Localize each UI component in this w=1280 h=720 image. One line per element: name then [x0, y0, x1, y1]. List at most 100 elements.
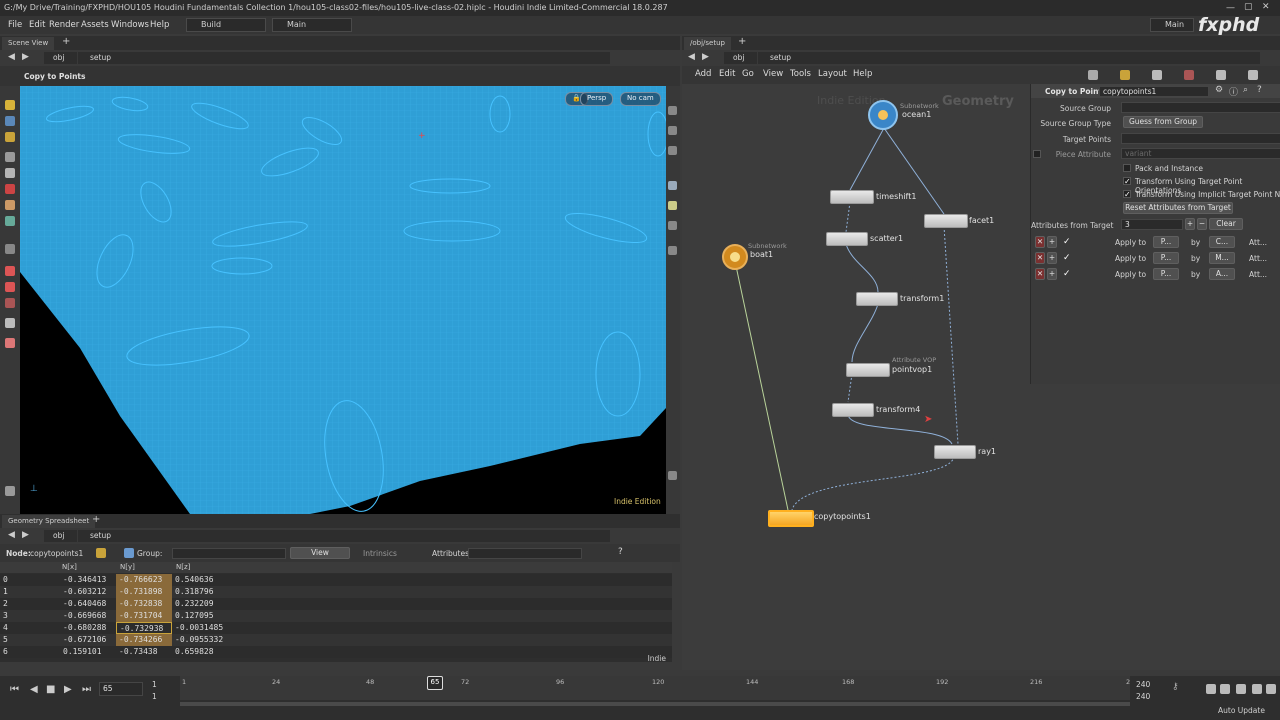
box-select-icon[interactable]	[5, 168, 15, 178]
reset-attributes-button[interactable]: Reset Attributes from Target	[1123, 202, 1233, 214]
table-cell[interactable]: 0.540636	[172, 574, 230, 586]
play-reverse-icon[interactable]: ◀	[30, 684, 38, 695]
tab-scene-view[interactable]: Scene View	[2, 37, 55, 50]
point-attrib-icon[interactable]	[96, 548, 106, 558]
display-icon[interactable]	[5, 318, 15, 328]
menu-edit[interactable]: Edit	[29, 16, 45, 34]
table-cell[interactable]: -0.680288	[60, 622, 116, 634]
target-points-field[interactable]	[1121, 133, 1280, 144]
network-menu-tools[interactable]: Tools	[790, 66, 811, 83]
pointvop-node[interactable]	[846, 363, 890, 377]
table-cell[interactable]: -0.672106	[60, 634, 116, 646]
table-cell[interactable]: 0.232209	[172, 598, 230, 610]
menu-file[interactable]: File	[8, 16, 22, 34]
edge-mode-icon[interactable]	[5, 216, 15, 226]
menu-assets[interactable]: Assets	[81, 16, 109, 34]
snap-icon[interactable]	[5, 244, 15, 254]
view-dropdown[interactable]: View	[290, 547, 350, 559]
desktop-select[interactable]: Build	[186, 18, 266, 32]
add-multiparm-button[interactable]: +	[1185, 218, 1195, 230]
table-cell[interactable]: -0.0031485	[172, 622, 230, 634]
light-icon[interactable]	[668, 201, 677, 210]
range-end[interactable]: 240	[1136, 680, 1150, 689]
column-header-nz[interactable]: N[z]	[176, 562, 190, 572]
column-header-ny[interactable]: N[y]	[120, 562, 135, 572]
display-option-icon[interactable]	[668, 106, 677, 115]
apply-to-menu[interactable]: P...	[1153, 268, 1179, 280]
normals-checkbox[interactable]: ✓	[1123, 190, 1131, 199]
table-cell[interactable]: -0.734266	[116, 634, 172, 646]
table-row[interactable]: 0 -0.346413 -0.766623 0.540636	[0, 574, 672, 586]
minimize-icon[interactable]: —	[1226, 3, 1235, 13]
audio-icon[interactable]	[1252, 684, 1262, 694]
transform1-node[interactable]	[856, 292, 898, 306]
remove-multiparm-button[interactable]: −	[1197, 218, 1207, 230]
table-cell[interactable]: -0.669668	[60, 610, 116, 622]
network-list-icon[interactable]	[1248, 70, 1258, 80]
orient-checkbox[interactable]: ✓	[1123, 177, 1131, 186]
network-menu-layout[interactable]: Layout	[818, 66, 847, 83]
table-row[interactable]: 6 0.159101 -0.73438 0.659828	[0, 646, 672, 658]
global-anim-icon[interactable]	[1266, 684, 1276, 694]
row-index-cell[interactable]: 0	[0, 574, 60, 586]
add-tab-icon[interactable]: +	[738, 36, 746, 47]
gear-icon[interactable]: ⚙	[1215, 85, 1223, 95]
right-desktop-select[interactable]: Main	[1150, 18, 1194, 32]
insert-row-button[interactable]: +	[1047, 268, 1057, 280]
close-icon[interactable]: ✕	[1262, 2, 1270, 12]
clear-button[interactable]: Clear	[1209, 218, 1243, 230]
persp-button[interactable]: Persp	[580, 92, 614, 106]
maximize-icon[interactable]: ▢	[1244, 2, 1253, 12]
pack-instance-checkbox[interactable]	[1123, 164, 1131, 172]
piece-attribute-field[interactable]: variant	[1121, 148, 1280, 159]
menu-help[interactable]: Help	[150, 16, 169, 34]
enable-check-icon[interactable]: ✓	[1063, 253, 1071, 263]
back-arrow-icon[interactable]: ◀	[8, 530, 15, 540]
shading-icon[interactable]	[668, 126, 677, 135]
path-setup[interactable]: setup	[758, 52, 1260, 64]
group-filter-icon[interactable]	[124, 548, 134, 558]
intrinsics-label[interactable]: Intrinsics	[363, 549, 397, 558]
back-arrow-icon[interactable]: ◀	[8, 52, 15, 62]
table-row[interactable]: 3 -0.669668 -0.731704 0.127095	[0, 610, 672, 622]
row-index-cell[interactable]: 4	[0, 622, 60, 634]
jump-end-icon[interactable]: ⏭	[82, 684, 91, 695]
attributes-input[interactable]	[468, 548, 582, 559]
row-index-cell[interactable]: 5	[0, 634, 60, 646]
insert-row-button[interactable]: +	[1047, 252, 1057, 264]
table-row[interactable]: 5 -0.672106 -0.734266 -0.0955332	[0, 634, 672, 646]
path-obj[interactable]: obj	[44, 530, 77, 542]
network-menu-add[interactable]: Add	[695, 66, 711, 83]
range-start-2[interactable]: 1	[152, 692, 157, 701]
table-cell[interactable]: 0.659828	[172, 646, 230, 658]
tab-network[interactable]: /obj/setup	[684, 37, 731, 50]
ocean-node[interactable]	[868, 100, 898, 130]
ghost-icon[interactable]	[668, 221, 677, 230]
menu-render[interactable]: Render	[49, 16, 79, 34]
insert-row-button[interactable]: +	[1047, 236, 1057, 248]
wireframe-icon[interactable]	[668, 146, 677, 155]
path-setup[interactable]: setup	[78, 52, 610, 64]
layout-select[interactable]: Main	[272, 18, 352, 32]
source-group-field[interactable]	[1121, 102, 1280, 113]
remove-row-button[interactable]: ✕	[1035, 268, 1045, 280]
transform4-node[interactable]	[832, 403, 874, 417]
table-cell[interactable]: -0.603212	[60, 586, 116, 598]
bottom-tool-icon[interactable]	[5, 486, 15, 496]
table-row[interactable]: 4 -0.680288 -0.732938 -0.0031485	[0, 622, 672, 634]
range-start[interactable]: 1	[152, 680, 157, 689]
network-tool-icon[interactable]	[1088, 70, 1098, 80]
table-cell[interactable]: -0.0955332	[172, 634, 230, 646]
source-group-type-menu[interactable]: Guess from Group	[1123, 116, 1203, 128]
group-input[interactable]	[172, 548, 286, 559]
timeline-range-slider[interactable]	[180, 702, 1130, 706]
add-tab-icon[interactable]: +	[62, 36, 70, 47]
object-mode-icon[interactable]	[5, 184, 15, 194]
operation-menu[interactable]: M...	[1209, 252, 1235, 264]
tab-geometry-spreadsheet[interactable]: Geometry Spreadsheet	[2, 515, 96, 528]
help-icon[interactable]: ?	[1257, 85, 1262, 95]
remove-row-button[interactable]: ✕	[1035, 252, 1045, 264]
path-obj[interactable]: obj	[44, 52, 77, 64]
camera-icon[interactable]	[668, 181, 677, 190]
table-cell[interactable]: 0.318796	[172, 586, 230, 598]
